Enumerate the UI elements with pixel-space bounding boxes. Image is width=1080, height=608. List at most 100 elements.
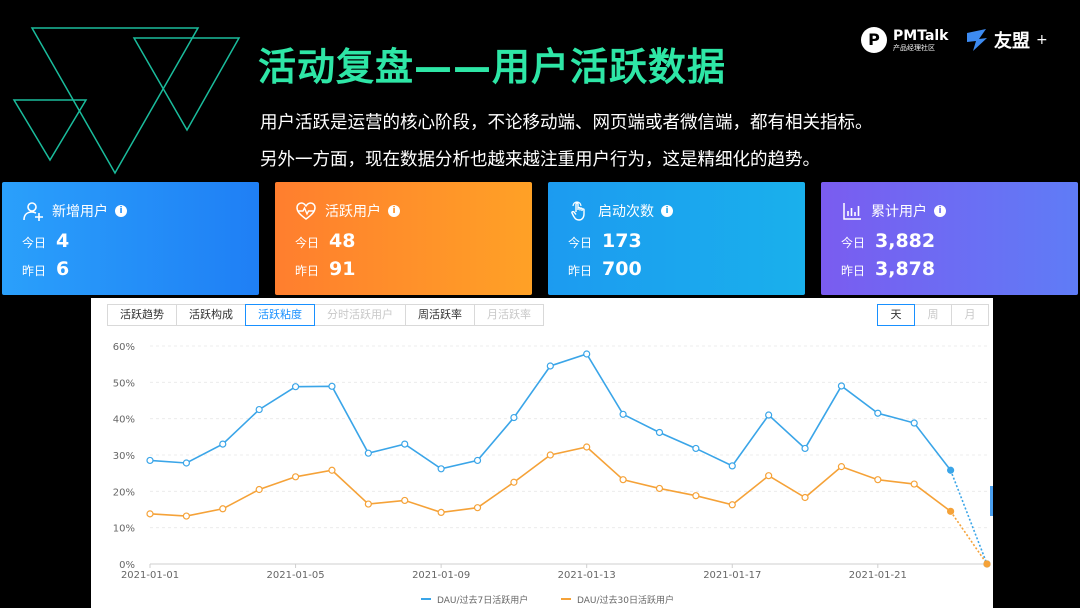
data-point (983, 560, 991, 568)
info-icon[interactable]: i (661, 205, 673, 217)
x-tick-label: 2021-01-13 (558, 570, 616, 581)
bar-chart-icon (843, 203, 861, 220)
card-title: 新增用户 (52, 204, 108, 220)
data-point (510, 478, 518, 486)
data-point (692, 492, 700, 500)
tab-active-composition[interactable]: 活跃构成 (176, 304, 246, 326)
data-point (473, 456, 482, 465)
x-tick-label: 2021-01-09 (412, 570, 470, 581)
data-point (219, 440, 227, 448)
card-launch-count: 启动次数 i 今日 173 昨日 700 (548, 182, 805, 295)
card-new-users: 新增用户 i 今日 4 昨日 6 (2, 182, 259, 295)
card-active-users: 活跃用户 i 今日 48 昨日 91 (275, 182, 532, 295)
scroll-edge-indicator[interactable] (990, 486, 993, 516)
data-point (655, 428, 664, 437)
yesterday-label: 昨日 (22, 264, 47, 278)
yesterday-value: 91 (329, 258, 356, 280)
tab-hourly-active-users[interactable]: 分时活跃用户 (314, 304, 406, 326)
period-day-button[interactable]: 天 (877, 304, 915, 326)
info-icon[interactable]: i (115, 205, 127, 217)
series-line-partial (949, 469, 988, 565)
data-point (255, 485, 263, 494)
data-point (182, 512, 190, 520)
data-point (146, 456, 154, 465)
yesterday-value: 3,878 (875, 258, 936, 280)
period-toggle: 天 周 月 (877, 304, 989, 326)
tab-weekly-active-rate[interactable]: 周活跃率 (405, 304, 475, 326)
data-point (619, 410, 627, 418)
data-point (910, 419, 918, 427)
today-value: 48 (329, 230, 356, 252)
pmtalk-logo-subtitle: 产品经理社区 (893, 43, 935, 52)
data-point (947, 507, 955, 515)
tab-monthly-active-rate[interactable]: 月活跃率 (474, 304, 544, 326)
data-point (765, 411, 773, 419)
data-point (328, 466, 336, 474)
data-point (874, 476, 882, 484)
x-tick-label: 2021-01-05 (267, 570, 325, 581)
data-point (146, 510, 154, 518)
data-point (510, 413, 518, 422)
data-point (765, 472, 773, 480)
yesterday-value: 700 (602, 258, 642, 280)
data-point (910, 480, 918, 488)
yesterday-label: 昨日 (568, 264, 593, 278)
y-tick-label: 40% (113, 415, 135, 426)
today-label: 今日 (295, 236, 320, 250)
data-point (692, 444, 700, 453)
today-value: 173 (602, 230, 642, 252)
data-point (801, 444, 809, 453)
today-label: 今日 (568, 236, 593, 250)
data-point (619, 476, 627, 484)
yesterday-label: 昨日 (841, 264, 866, 278)
data-point (874, 409, 882, 417)
slide-description-line-2: 另外一方面，现在数据分析也越来越注重用户行为，这是精细化的趋势。 (260, 150, 820, 170)
data-point (437, 508, 445, 517)
info-icon[interactable]: i (934, 205, 946, 217)
triangle-decoration (12, 27, 241, 175)
data-point (655, 484, 664, 493)
umeng-logo-name: 友盟 (994, 31, 1030, 52)
yesterday-value: 6 (56, 258, 70, 280)
heartbeat-icon (296, 202, 316, 220)
data-point (291, 383, 300, 391)
data-point (801, 493, 809, 502)
tab-active-trend[interactable]: 活跃趋势 (107, 304, 177, 326)
user-add-icon (23, 202, 43, 221)
data-point (583, 350, 591, 358)
legend-label: DAU/过去7日活跃用户 (437, 594, 528, 606)
umeng-bird-icon (967, 29, 987, 51)
today-value: 4 (56, 230, 70, 252)
y-tick-label: 20% (113, 487, 135, 498)
data-point (255, 405, 263, 414)
legend-label: DAU/过去30日活跃用户 (577, 594, 674, 606)
card-title: 启动次数 (598, 204, 654, 220)
today-value: 3,882 (875, 230, 936, 252)
chart-panel: 活跃趋势 活跃构成 活跃粘度 分时活跃用户 周活跃率 月活跃率 天 周 月 0%… (91, 298, 993, 608)
tap-hand-icon (571, 201, 585, 221)
period-week-button[interactable]: 周 (914, 304, 952, 326)
info-icon[interactable]: i (388, 205, 400, 217)
tab-active-stickiness[interactable]: 活跃粘度 (245, 304, 315, 326)
y-tick-label: 60% (113, 342, 135, 353)
data-point (182, 459, 190, 467)
card-title: 活跃用户 (325, 204, 381, 220)
data-point (728, 462, 736, 470)
data-point (947, 466, 955, 474)
data-point (728, 501, 736, 509)
metric-tabs: 活跃趋势 活跃构成 活跃粘度 分时活跃用户 周活跃率 月活跃率 (107, 304, 544, 326)
pmtalk-logo-name: PMTalk (893, 27, 949, 44)
umeng-logo-plus: + (1036, 32, 1048, 48)
yesterday-label: 昨日 (295, 264, 320, 278)
stickiness-line-chart: 0%10%20%30%40%50%60%2021-01-01 2021-01-05… (113, 342, 991, 606)
slide-description-line-1: 用户活跃是运营的核心阶段，不论移动端、网页端或者微信端，都有相关指标。 (260, 113, 873, 133)
data-point (546, 451, 554, 459)
today-label: 今日 (841, 236, 866, 250)
data-point (364, 500, 372, 508)
x-tick-label: 2021-01-01 (121, 570, 179, 581)
today-label: 今日 (22, 236, 47, 250)
data-point (219, 505, 227, 513)
slide-title: 活动复盘——用户活跃数据 (258, 45, 727, 89)
data-point (291, 473, 300, 481)
period-month-button[interactable]: 月 (951, 304, 989, 326)
